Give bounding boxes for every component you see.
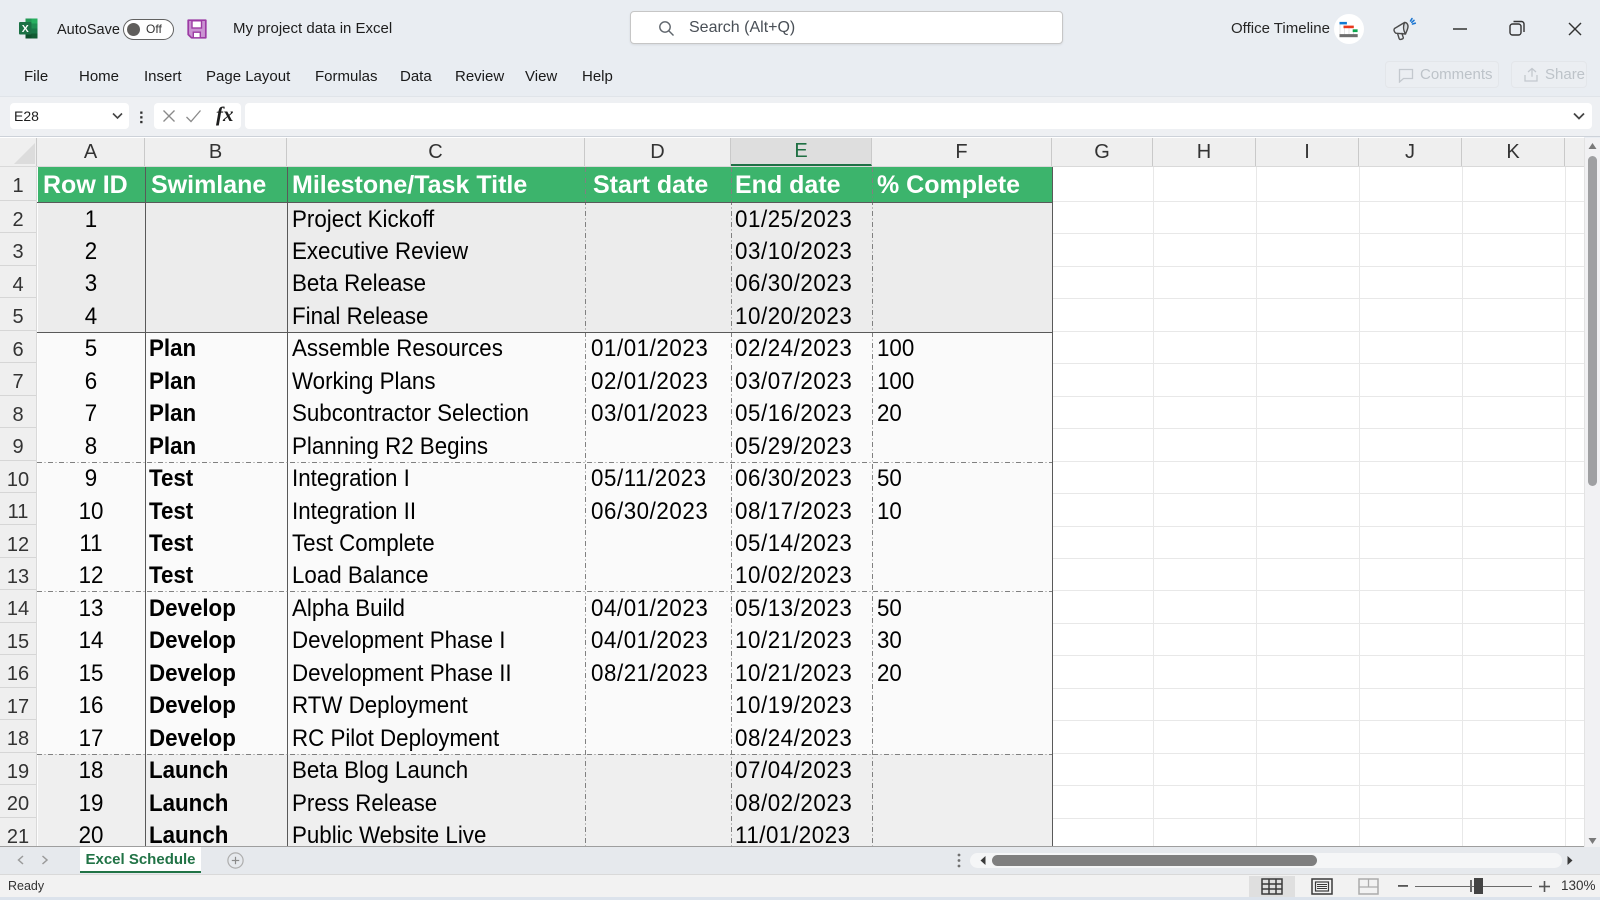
svg-text:X: X [22, 23, 29, 35]
